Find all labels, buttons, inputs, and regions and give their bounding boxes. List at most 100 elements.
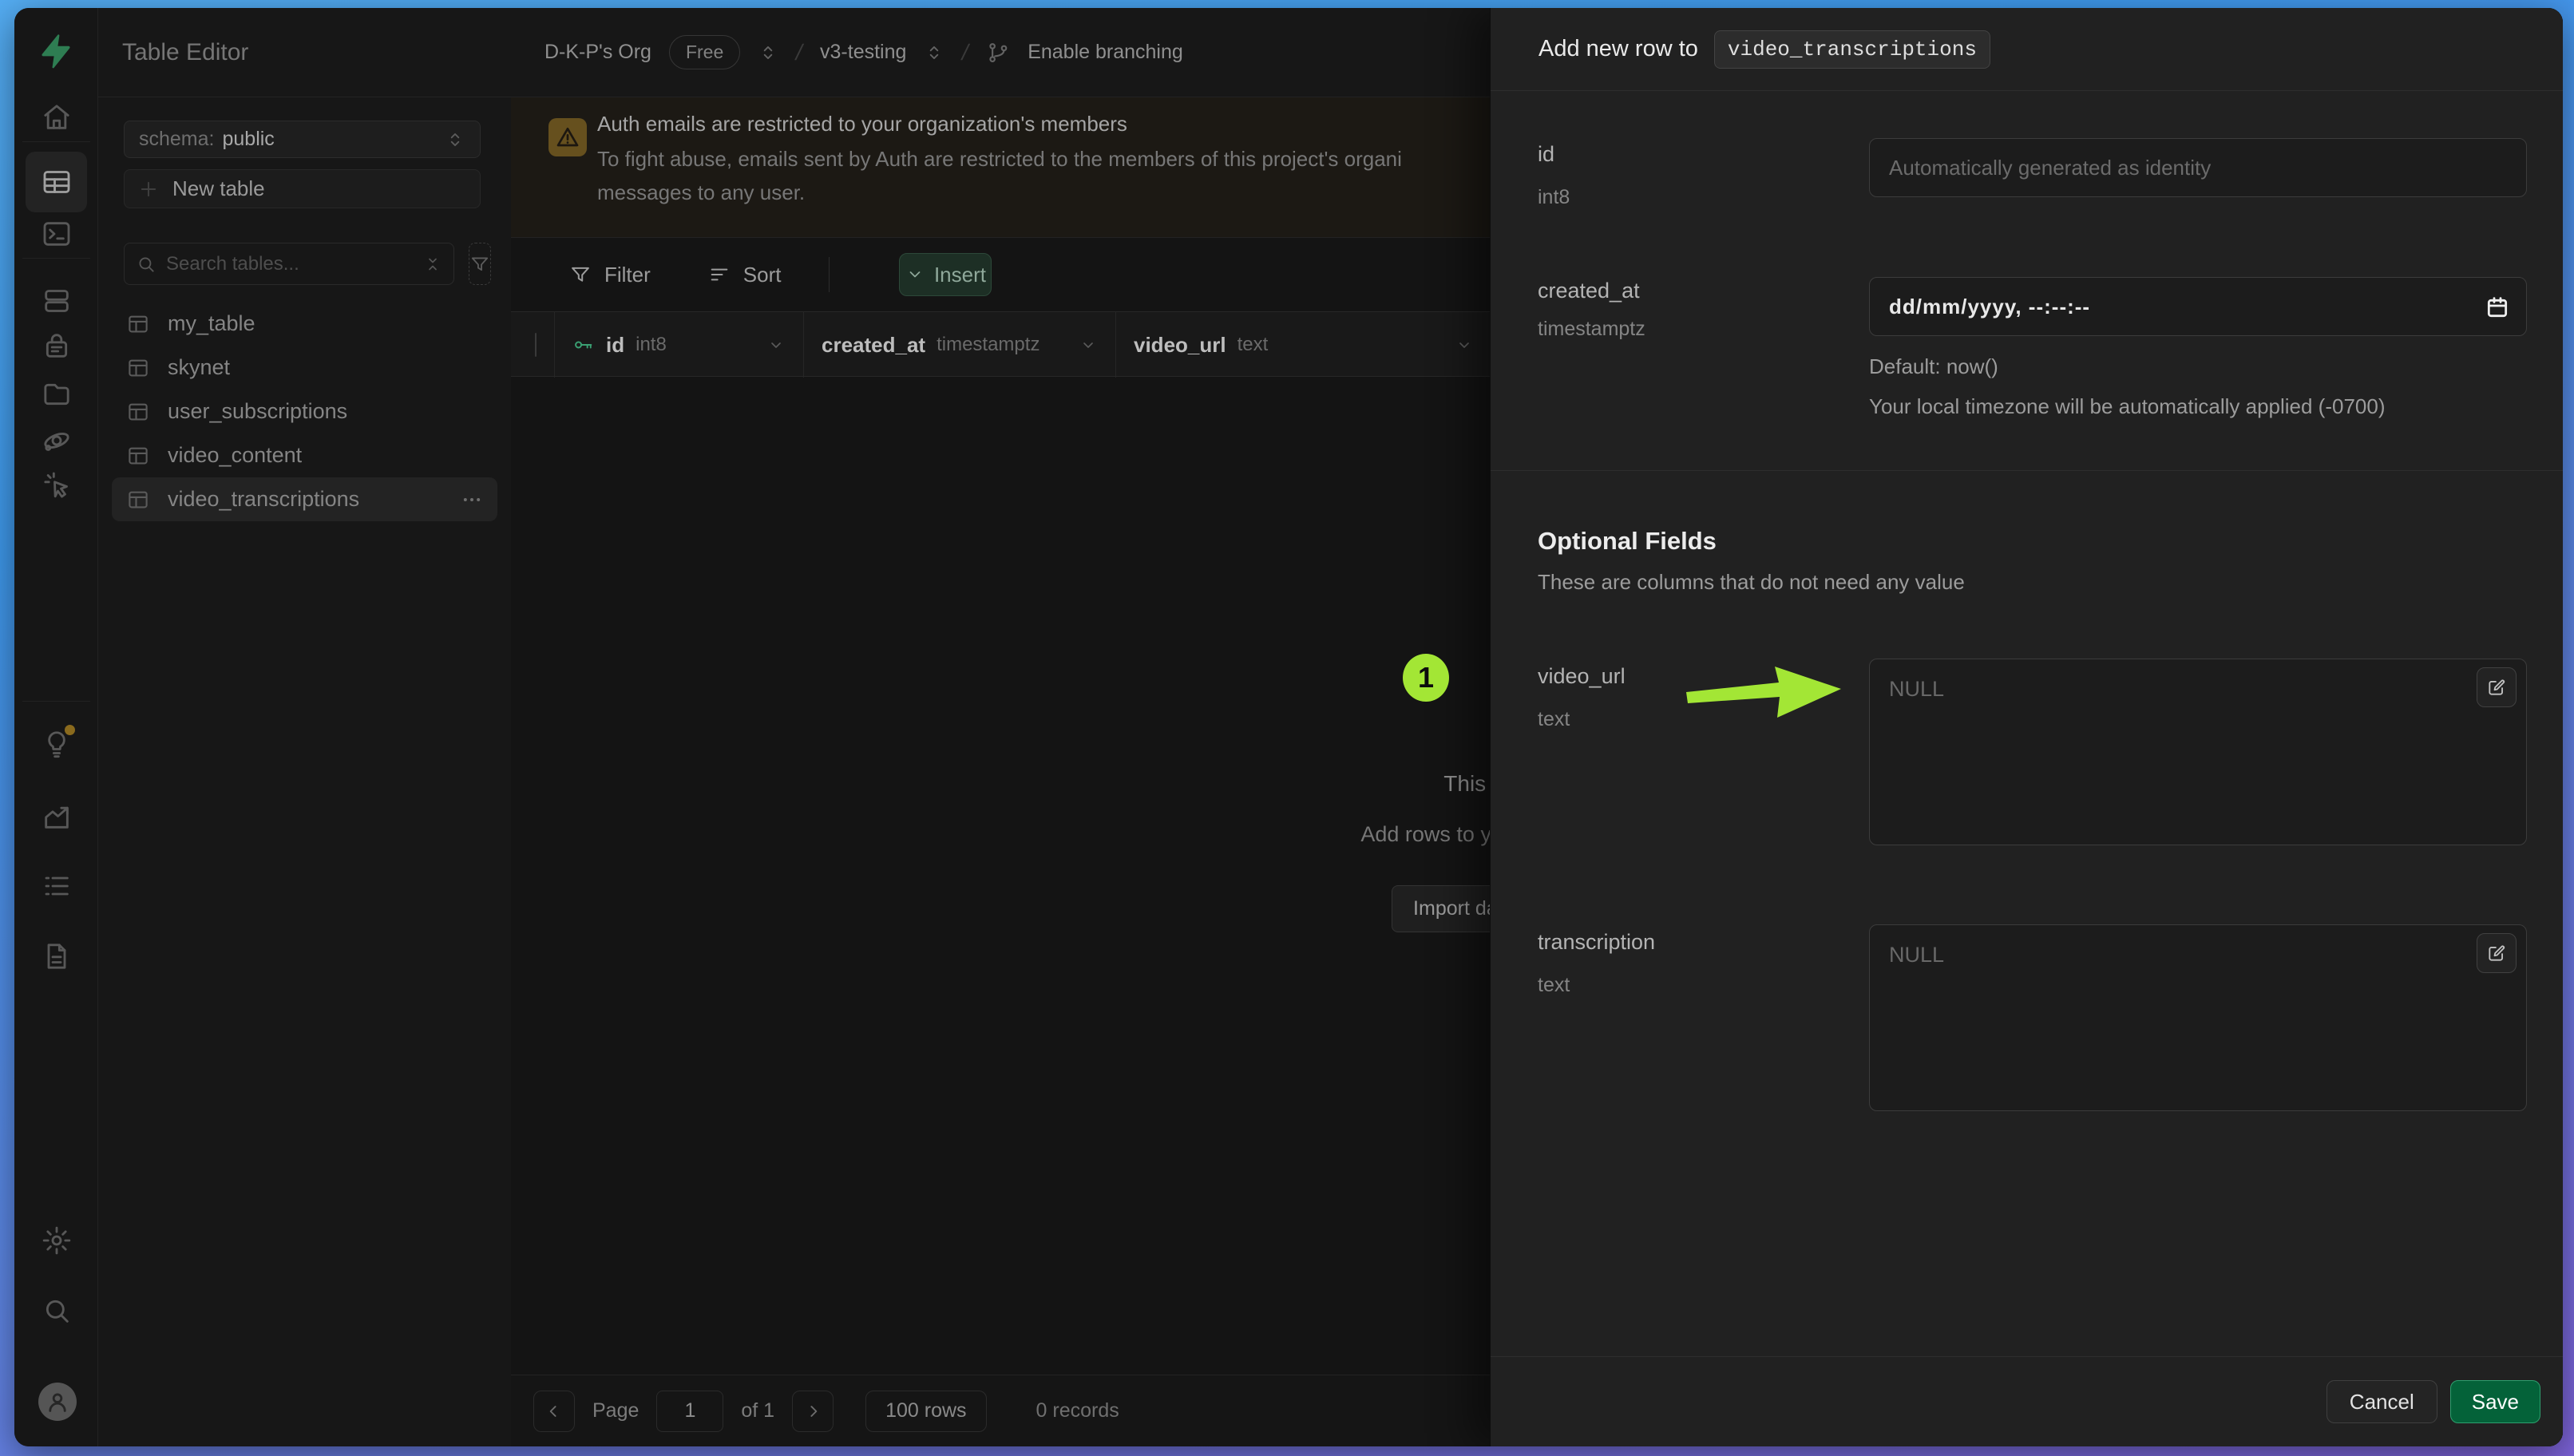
table-list-item[interactable]: skynet xyxy=(112,346,497,390)
table-options-icon[interactable] xyxy=(461,489,483,511)
insert-button[interactable]: Insert xyxy=(899,253,992,296)
settings-icon[interactable] xyxy=(41,1225,73,1256)
chevron-down-icon[interactable] xyxy=(1079,335,1098,354)
table-list-item[interactable]: video_content xyxy=(112,433,497,477)
table-icon xyxy=(126,356,150,380)
primary-key-icon xyxy=(572,334,595,356)
annotation-step-badge: 1 xyxy=(1403,654,1449,702)
search-tables-input[interactable] xyxy=(124,243,454,285)
field-label-transcription: transcription xyxy=(1538,930,1655,955)
page-title: Table Editor xyxy=(122,39,248,66)
panel-footer: Cancel Save xyxy=(1491,1356,2563,1446)
id-input[interactable] xyxy=(1870,139,2526,196)
advisors-icon[interactable] xyxy=(41,727,73,759)
schema-label: schema: xyxy=(139,128,214,151)
table-name: user_subscriptions xyxy=(168,399,347,424)
field-label-id: id xyxy=(1538,142,1554,167)
video-url-textarea[interactable] xyxy=(1870,659,2526,845)
enable-branching-button[interactable]: Enable branching xyxy=(1028,41,1183,64)
table-editor-icon xyxy=(41,166,73,198)
video-url-textarea-wrap xyxy=(1869,659,2527,845)
column-header-id[interactable]: id int8 xyxy=(555,312,804,378)
storage-icon[interactable] xyxy=(41,378,73,410)
records-count: 0 records xyxy=(1036,1399,1119,1422)
project-name[interactable]: v3-testing xyxy=(820,41,906,64)
database-icon[interactable] xyxy=(41,285,73,317)
table-list-item[interactable]: my_table xyxy=(112,302,497,346)
page-number-input[interactable] xyxy=(656,1391,723,1432)
edge-functions-icon[interactable] xyxy=(41,425,73,457)
filter-button[interactable]: Filter xyxy=(569,263,651,287)
table-name: video_content xyxy=(168,443,302,468)
arrow-right-icon xyxy=(802,1401,823,1422)
search-tables-field[interactable] xyxy=(166,253,414,275)
column-header-created-at[interactable]: created_at timestamptz xyxy=(804,312,1116,378)
annotation-arrow-icon xyxy=(1685,657,1844,721)
sql-editor-icon[interactable] xyxy=(41,218,73,250)
table-name-chip: video_transcriptions xyxy=(1714,30,1990,69)
expand-editor-button[interactable] xyxy=(2477,667,2517,707)
field-type-transcription: text xyxy=(1538,974,1570,997)
created-at-input[interactable]: dd/mm/yyyy, --:--:-- xyxy=(1869,277,2527,336)
warning-icon xyxy=(548,118,587,156)
reports-icon[interactable] xyxy=(41,801,73,833)
breadcrumb-separator: / xyxy=(960,40,972,65)
field-type-created-at: timestamptz xyxy=(1538,318,1645,341)
column-name: video_url xyxy=(1134,333,1226,358)
transcription-textarea[interactable] xyxy=(1870,925,2526,1110)
panel-header: Add new row to video_transcriptions xyxy=(1491,8,2563,91)
nav-table-editor-active[interactable] xyxy=(26,152,87,212)
search-icon[interactable] xyxy=(41,1295,73,1327)
banner-body-line1: To fight abuse, emails sent by Auth are … xyxy=(597,147,1402,172)
calendar-icon[interactable] xyxy=(2485,295,2510,320)
org-selector-icon[interactable] xyxy=(758,42,778,63)
next-page-button[interactable] xyxy=(792,1391,834,1432)
field-type-id: int8 xyxy=(1538,186,1570,209)
table-list-item[interactable]: user_subscriptions xyxy=(112,390,497,433)
edit-icon xyxy=(2486,677,2507,698)
table-icon xyxy=(126,488,150,512)
select-all-cell xyxy=(517,312,555,378)
rows-per-page-button[interactable]: 100 rows xyxy=(865,1391,986,1432)
sidebar-filter-button[interactable] xyxy=(469,243,491,285)
page-label: Page xyxy=(592,1399,639,1422)
sort-button[interactable]: Sort xyxy=(708,263,782,287)
chevrons-collapse-icon xyxy=(423,255,442,274)
column-type: text xyxy=(1238,334,1269,356)
new-table-button[interactable]: New table xyxy=(124,169,481,208)
auth-icon[interactable] xyxy=(41,330,73,362)
api-docs-icon[interactable] xyxy=(41,940,73,972)
plan-badge: Free xyxy=(669,35,740,69)
table-name: my_table xyxy=(168,311,255,336)
chevron-down-icon[interactable] xyxy=(1455,335,1474,354)
field-label-video-url: video_url xyxy=(1538,664,1626,689)
org-name[interactable]: D-K-P's Org xyxy=(544,41,651,64)
column-name: created_at xyxy=(822,333,925,358)
select-all-checkbox[interactable] xyxy=(535,333,537,357)
home-icon[interactable] xyxy=(41,101,73,133)
chevron-down-icon[interactable] xyxy=(766,335,786,354)
nav-rail xyxy=(14,8,98,1446)
table-icon xyxy=(126,400,150,424)
panel-title: Add new row to xyxy=(1538,36,1698,62)
add-row-panel: Add new row to video_transcriptions id i… xyxy=(1490,8,2563,1446)
logs-icon[interactable] xyxy=(41,870,73,902)
table-list-item-selected[interactable]: video_transcriptions xyxy=(112,477,497,521)
realtime-icon[interactable] xyxy=(41,469,73,501)
prev-page-button[interactable] xyxy=(533,1391,575,1432)
column-type: timestamptz xyxy=(937,334,1040,356)
id-input-wrap xyxy=(1869,138,2527,197)
field-label-created-at: created_at xyxy=(1538,279,1640,303)
project-selector-icon[interactable] xyxy=(924,42,944,63)
schema-select[interactable]: schema: public xyxy=(124,121,481,158)
supabase-logo-icon[interactable] xyxy=(37,32,75,70)
account-avatar[interactable] xyxy=(38,1383,77,1421)
cancel-button[interactable]: Cancel xyxy=(2326,1380,2437,1423)
column-header-video-url[interactable]: video_url text xyxy=(1116,312,1491,378)
table-icon xyxy=(126,312,150,336)
save-button[interactable]: Save xyxy=(2450,1380,2540,1423)
timezone-note: Your local timezone will be automaticall… xyxy=(1869,394,2386,419)
optional-fields-subtitle: These are columns that do not need any v… xyxy=(1538,570,1965,595)
sidebar-header: Table Editor xyxy=(98,8,511,97)
expand-editor-button[interactable] xyxy=(2477,933,2517,973)
